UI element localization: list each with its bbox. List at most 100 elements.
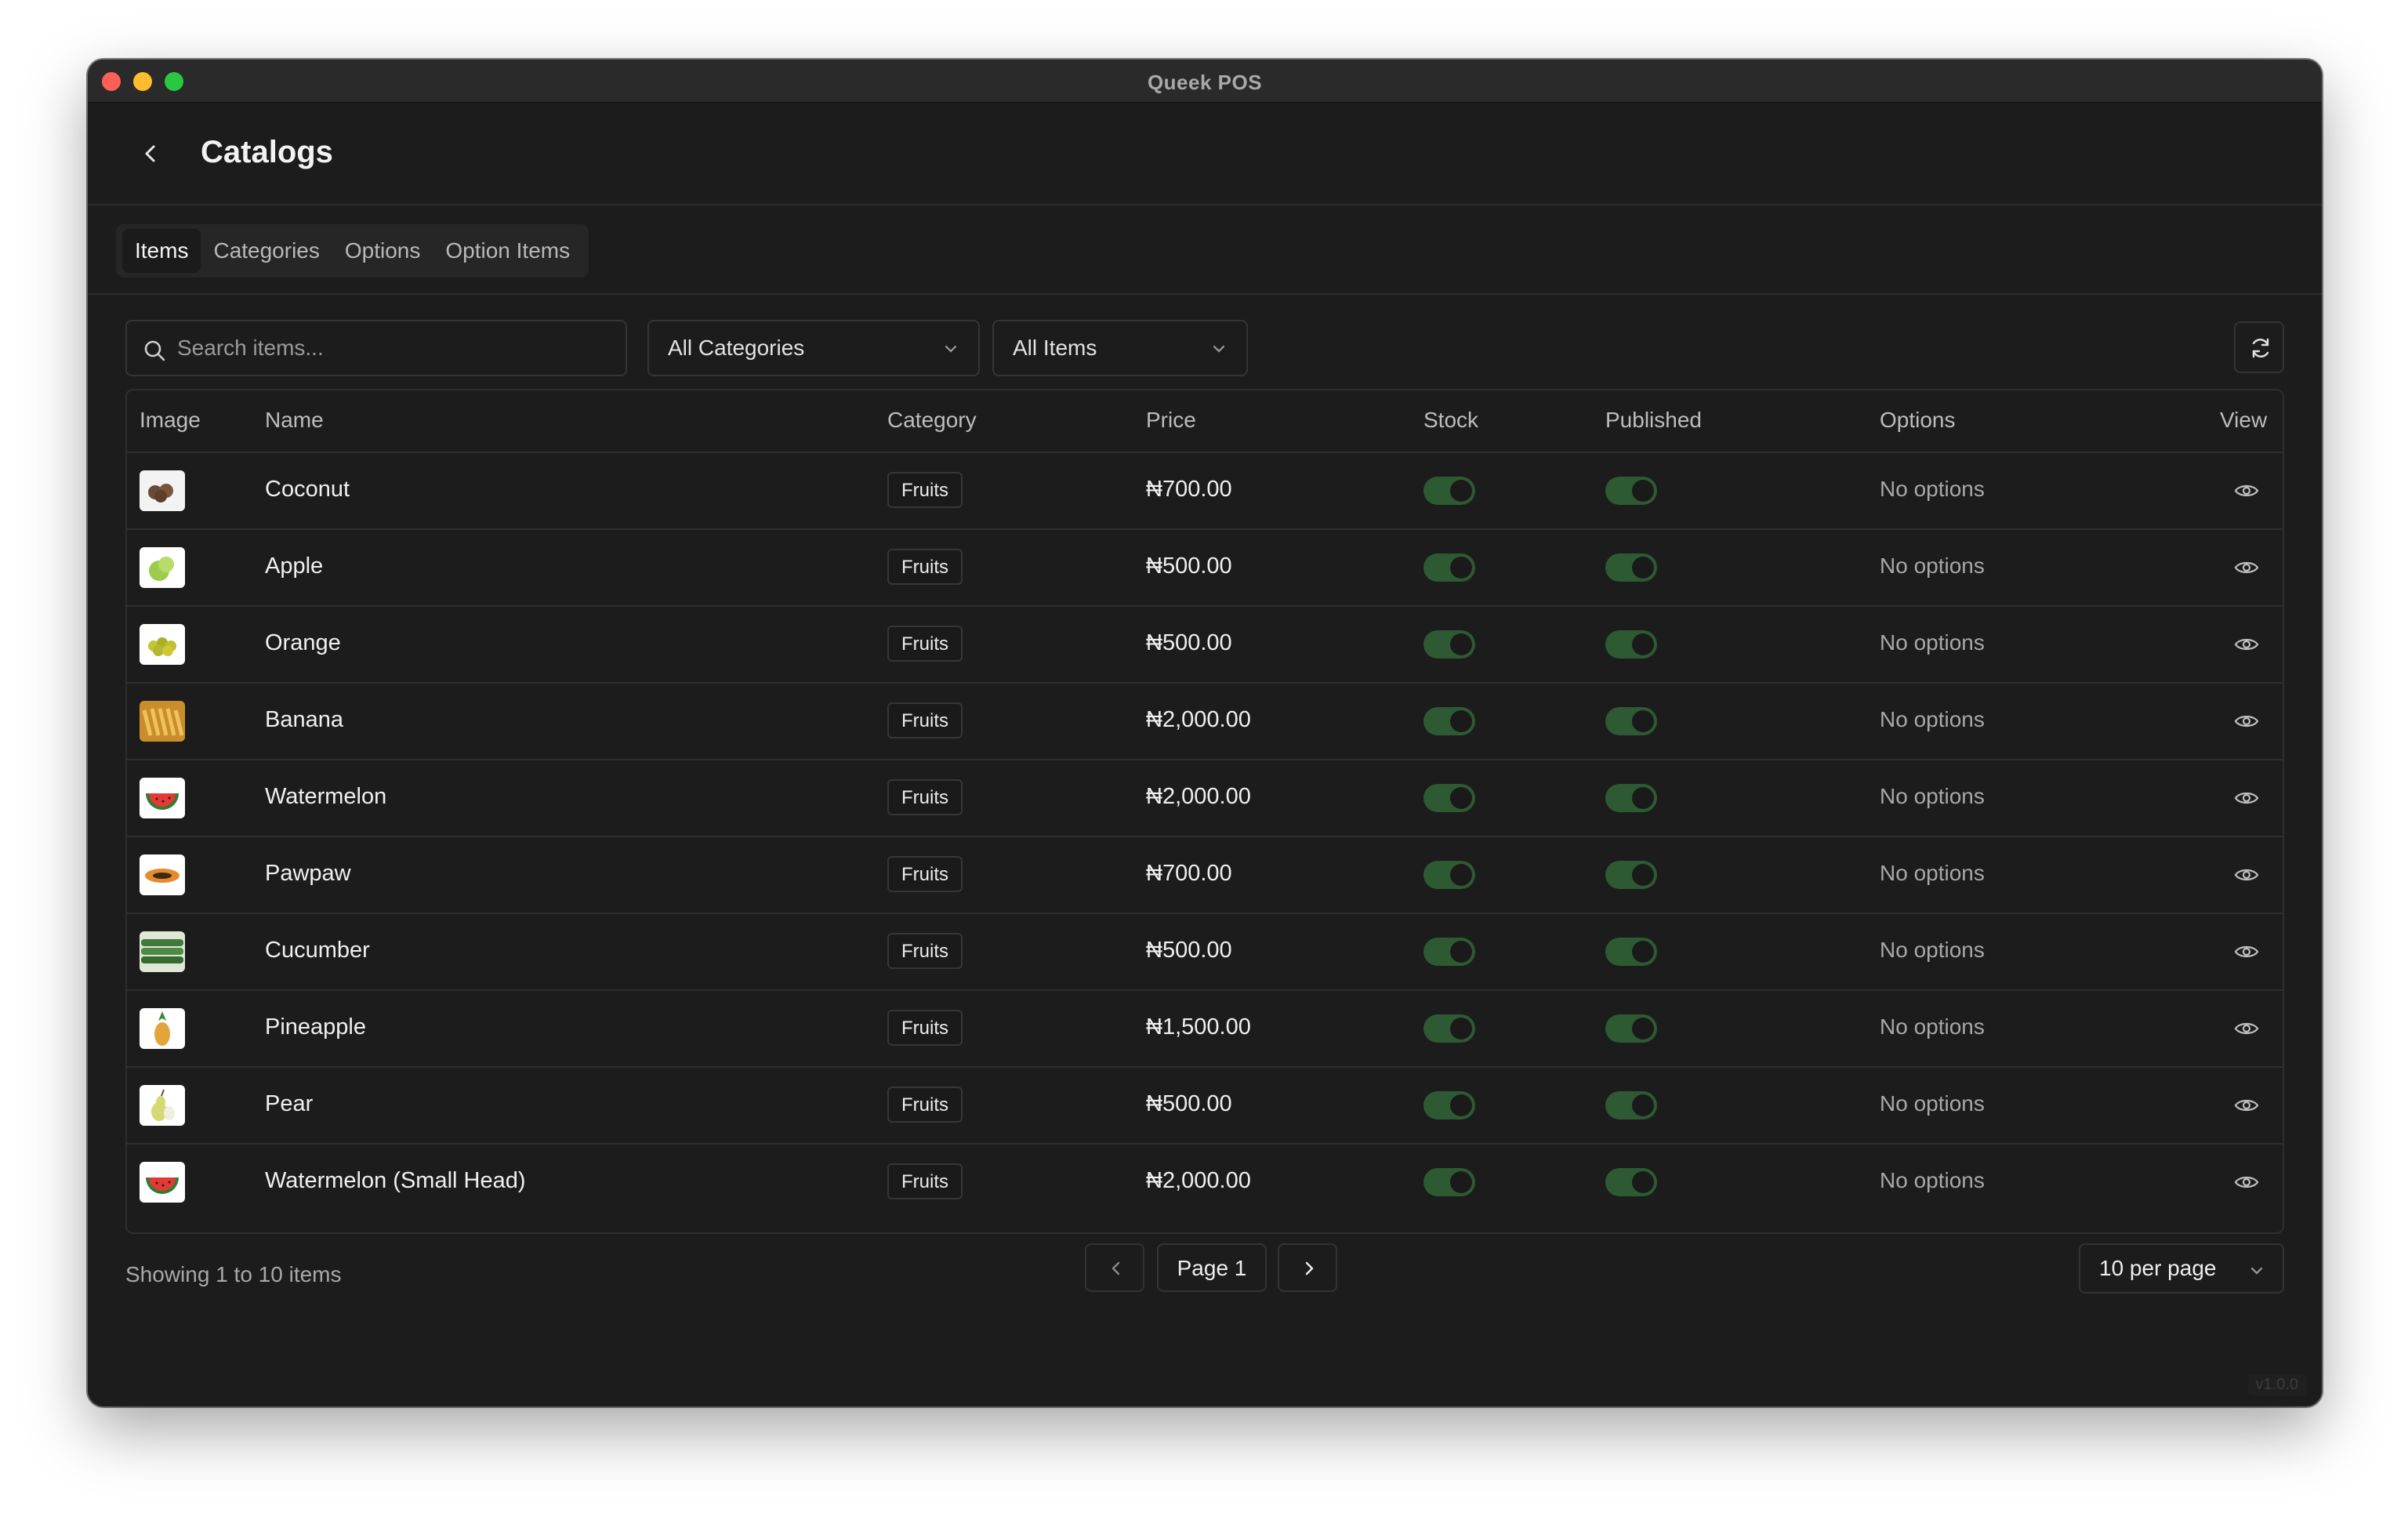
- search-input[interactable]: [177, 321, 616, 375]
- item-price: ₦500.00: [1146, 553, 1232, 579]
- item-thumbnail-image: [140, 624, 185, 665]
- published-toggle[interactable]: [1605, 1091, 1657, 1119]
- category-badge: Fruits: [887, 856, 963, 892]
- view-item-button[interactable]: [2234, 942, 2259, 961]
- stock-toggle[interactable]: [1423, 1014, 1475, 1043]
- item-price: ₦500.00: [1146, 630, 1232, 655]
- item-thumbnail-image: [140, 1085, 185, 1126]
- item-thumbnail-image: [140, 931, 185, 972]
- item-name: Pear: [265, 1091, 314, 1116]
- published-toggle[interactable]: [1605, 784, 1657, 812]
- item-name: Watermelon (Small Head): [265, 1168, 526, 1193]
- item-thumbnail-image: [140, 470, 185, 511]
- chevron-down-icon: [2250, 1267, 2263, 1275]
- toggle-knob: [1632, 1171, 1654, 1193]
- item-name: Pineapple: [265, 1014, 366, 1040]
- table-row[interactable]: Pineapple Fruits ₦1,500.00 No options: [127, 991, 2283, 1068]
- table-row[interactable]: Banana Fruits ₦2,000.00 No options: [127, 684, 2283, 760]
- eye-icon: [2234, 638, 2259, 651]
- table-row[interactable]: Pear Fruits ₦500.00 No options: [127, 1068, 2283, 1145]
- toggle-knob: [1450, 787, 1472, 809]
- published-toggle[interactable]: [1605, 477, 1657, 505]
- published-toggle[interactable]: [1605, 707, 1657, 735]
- toggle-knob: [1450, 633, 1472, 655]
- stock-toggle[interactable]: [1423, 784, 1475, 812]
- tab-categories[interactable]: Categories: [201, 229, 332, 273]
- category-filter-select[interactable]: All Categories: [647, 320, 980, 376]
- eye-icon: [2234, 945, 2259, 958]
- view-item-button[interactable]: [2234, 1173, 2259, 1192]
- current-page-indicator: Page 1: [1157, 1243, 1267, 1292]
- category-badge: Fruits: [887, 472, 963, 508]
- view-item-button[interactable]: [2234, 558, 2259, 577]
- table-row[interactable]: Watermelon (Small Head) Fruits ₦2,000.00 No…: [127, 1145, 2283, 1221]
- stock-toggle[interactable]: [1423, 553, 1475, 582]
- refresh-button[interactable]: [2234, 321, 2284, 373]
- stock-toggle[interactable]: [1423, 707, 1475, 735]
- chevron-left-icon: [145, 145, 155, 162]
- stock-toggle[interactable]: [1423, 938, 1475, 966]
- item-price: ₦700.00: [1146, 477, 1232, 502]
- toggle-knob: [1450, 1018, 1472, 1040]
- published-toggle[interactable]: [1605, 553, 1657, 582]
- back-button[interactable]: [135, 138, 166, 169]
- item-price: ₦1,500.00: [1146, 1014, 1251, 1040]
- toggle-knob: [1632, 787, 1654, 809]
- items-filter-select[interactable]: All Items: [992, 320, 1248, 376]
- toggle-knob: [1632, 710, 1654, 732]
- item-options: No options: [1880, 1014, 1985, 1039]
- stock-toggle[interactable]: [1423, 1168, 1475, 1196]
- items-filter-value: All Items: [1013, 336, 1097, 360]
- category-badge: Fruits: [887, 549, 963, 585]
- eye-icon: [2234, 869, 2259, 881]
- published-toggle[interactable]: [1605, 630, 1657, 659]
- per-page-value: 10 per page: [2099, 1256, 2217, 1280]
- stock-toggle[interactable]: [1423, 1091, 1475, 1119]
- view-item-button[interactable]: [2234, 635, 2259, 654]
- per-page-select[interactable]: 10 per page: [2079, 1243, 2284, 1294]
- view-item-button[interactable]: [2234, 1019, 2259, 1038]
- toggle-knob: [1450, 1171, 1472, 1193]
- toggle-knob: [1632, 864, 1654, 886]
- table-row[interactable]: Watermelon Fruits ₦2,000.00 No options: [127, 760, 2283, 837]
- stock-toggle[interactable]: [1423, 477, 1475, 505]
- item-options: No options: [1880, 630, 1985, 655]
- column-header-category: Category: [887, 408, 977, 432]
- stock-toggle[interactable]: [1423, 630, 1475, 659]
- tabs-area: Items Categories Options Option Items: [88, 207, 2322, 295]
- tab-options[interactable]: Options: [332, 229, 433, 273]
- item-thumbnail-image: [140, 547, 185, 588]
- category-badge: Fruits: [887, 702, 963, 738]
- published-toggle[interactable]: [1605, 1014, 1657, 1043]
- title-bar: Queek POS: [88, 60, 2322, 103]
- view-item-button[interactable]: [2234, 865, 2259, 884]
- item-name: Banana: [265, 707, 343, 732]
- items-table: Image Name Category Price Stock Publishe…: [125, 389, 2284, 1234]
- table-row[interactable]: Coconut Fruits ₦700.00 No options: [127, 453, 2283, 530]
- tab-items[interactable]: Items: [122, 229, 201, 273]
- refresh-icon: [2252, 338, 2269, 358]
- table-row[interactable]: Orange Fruits ₦500.00 No options: [127, 607, 2283, 684]
- toggle-knob: [1450, 941, 1472, 963]
- published-toggle[interactable]: [1605, 1168, 1657, 1196]
- search-box: [125, 320, 627, 376]
- next-page-button[interactable]: [1278, 1243, 1337, 1292]
- tab-option-items[interactable]: Option Items: [433, 229, 582, 273]
- published-toggle[interactable]: [1605, 861, 1657, 889]
- toggle-knob: [1632, 480, 1654, 502]
- toggle-knob: [1450, 864, 1472, 886]
- table-row[interactable]: Apple Fruits ₦500.00 No options: [127, 530, 2283, 607]
- column-header-name: Name: [265, 408, 324, 432]
- category-badge: Fruits: [887, 1163, 963, 1199]
- toggle-knob: [1632, 633, 1654, 655]
- view-item-button[interactable]: [2234, 712, 2259, 731]
- stock-toggle[interactable]: [1423, 861, 1475, 889]
- previous-page-button[interactable]: [1085, 1243, 1144, 1292]
- table-row[interactable]: Pawpaw Fruits ₦700.00 No options: [127, 837, 2283, 914]
- table-row[interactable]: Cucumber Fruits ₦500.00 No options: [127, 914, 2283, 991]
- published-toggle[interactable]: [1605, 938, 1657, 966]
- view-item-button[interactable]: [2234, 481, 2259, 500]
- view-item-button[interactable]: [2234, 789, 2259, 807]
- item-price: ₦500.00: [1146, 938, 1232, 963]
- view-item-button[interactable]: [2234, 1096, 2259, 1115]
